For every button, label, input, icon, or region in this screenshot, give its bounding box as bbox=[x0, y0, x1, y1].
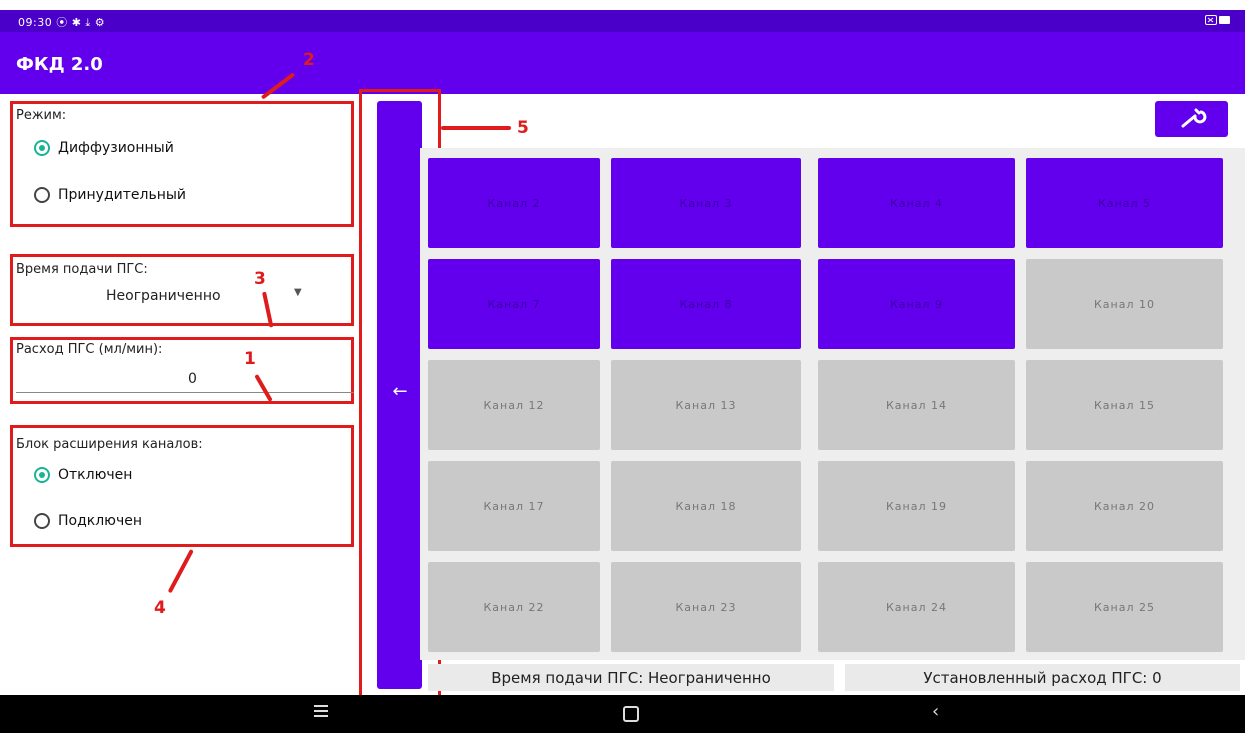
channel-tile[interactable]: Канал 19 bbox=[818, 461, 1015, 551]
flow-label: Расход ПГС (мл/мин): bbox=[16, 342, 163, 357]
channel-label: Канал 24 bbox=[885, 600, 947, 614]
channel-label: Канал 8 bbox=[679, 297, 733, 311]
channel-label: Канал 23 bbox=[675, 600, 737, 614]
channel-label: Канал 9 bbox=[889, 297, 943, 311]
wrench-icon bbox=[1181, 108, 1207, 128]
mode-option-forced[interactable]: Принудительный bbox=[34, 187, 186, 203]
footer-flow: Установленный расход ПГС: 0 bbox=[845, 664, 1240, 691]
mode-option-diffusion[interactable]: Диффузионный bbox=[34, 140, 174, 156]
channel-label: Канал 22 bbox=[483, 600, 545, 614]
arrow-left-icon: ← bbox=[392, 381, 408, 402]
channel-tile[interactable]: Канал 10 bbox=[1026, 259, 1223, 349]
channel-tile[interactable]: Канал 23 bbox=[611, 562, 801, 652]
expansion-option-off[interactable]: Отключен bbox=[34, 467, 132, 483]
supply-time-select[interactable]: Неограниченно ▼ bbox=[100, 287, 310, 309]
app-title: ФКД 2.0 bbox=[16, 54, 103, 75]
top-strip bbox=[0, 0, 1245, 10]
channel-label: Канал 3 bbox=[679, 196, 733, 210]
dropdown-arrow-icon: ▼ bbox=[294, 287, 302, 298]
channel-label: Канал 20 bbox=[1093, 499, 1155, 513]
annotation-1: 1 bbox=[244, 349, 256, 369]
menu-icon[interactable] bbox=[314, 705, 328, 719]
channel-label: Канал 7 bbox=[487, 297, 541, 311]
annotation-3: 3 bbox=[254, 269, 266, 289]
channel-label: Канал 19 bbox=[885, 499, 947, 513]
radio-checked-icon bbox=[34, 140, 50, 156]
supply-time-label: Время подачи ПГС: bbox=[16, 262, 148, 277]
channel-label: Канал 17 bbox=[483, 499, 545, 513]
radio-checked-icon bbox=[34, 467, 50, 483]
channel-tile[interactable]: Канал 24 bbox=[818, 562, 1015, 652]
channel-label: Канал 25 bbox=[1093, 600, 1155, 614]
channel-tile[interactable]: Канал 18 bbox=[611, 461, 801, 551]
status-time: 09:30 ⦿ ✱ ⤓ ⚙ bbox=[18, 16, 106, 29]
channel-tile[interactable]: Канал 13 bbox=[611, 360, 801, 450]
channel-label: Канал 2 bbox=[487, 196, 541, 210]
nav-bar: ‹ bbox=[0, 695, 1245, 733]
back-icon[interactable]: ‹ bbox=[932, 701, 939, 722]
channel-label: Канал 14 bbox=[885, 398, 947, 412]
annotation-2: 2 bbox=[303, 50, 315, 70]
mode-label: Режим: bbox=[16, 108, 67, 123]
channel-tile[interactable]: Канал 17 bbox=[428, 461, 600, 551]
annotation-line-4 bbox=[167, 549, 194, 594]
channel-tile[interactable]: Канал 15 bbox=[1026, 360, 1223, 450]
annotation-line-5 bbox=[441, 126, 511, 130]
channel-label: Канал 18 bbox=[675, 499, 737, 513]
channel-tile[interactable]: Канал 25 bbox=[1026, 562, 1223, 652]
channel-tile[interactable]: Канал 12 bbox=[428, 360, 600, 450]
battery-icon bbox=[1205, 14, 1231, 29]
channel-tile[interactable]: Канал 9 bbox=[818, 259, 1015, 349]
channel-label: Канал 15 bbox=[1093, 398, 1155, 412]
channel-label: Канал 12 bbox=[483, 398, 545, 412]
radio-unchecked-icon bbox=[34, 513, 50, 529]
channel-tile[interactable]: Канал 4 bbox=[818, 158, 1015, 248]
channel-label: Канал 5 bbox=[1097, 196, 1151, 210]
annotation-5: 5 bbox=[517, 118, 529, 138]
channel-tile[interactable]: Канал 8 bbox=[611, 259, 801, 349]
channel-tile[interactable]: Канал 22 bbox=[428, 562, 600, 652]
status-bar: 09:30 ⦿ ✱ ⤓ ⚙ bbox=[0, 10, 1245, 32]
app-bar: ФКД 2.0 bbox=[0, 32, 1245, 94]
flow-input[interactable]: 0 bbox=[16, 368, 354, 393]
channel-label: Канал 10 bbox=[1093, 297, 1155, 311]
expansion-label: Блок расширения каналов: bbox=[16, 437, 203, 452]
channel-tile[interactable]: Канал 5 bbox=[1026, 158, 1223, 248]
expansion-option-on[interactable]: Подключен bbox=[34, 513, 142, 529]
channel-label: Канал 4 bbox=[889, 196, 943, 210]
footer-supply-time: Время подачи ПГС: Неограниченно bbox=[428, 664, 834, 691]
channel-tile[interactable]: Канал 14 bbox=[818, 360, 1015, 450]
channel-tile[interactable]: Канал 3 bbox=[611, 158, 801, 248]
home-icon[interactable] bbox=[623, 706, 639, 722]
channel-tile[interactable]: Канал 20 bbox=[1026, 461, 1223, 551]
radio-unchecked-icon bbox=[34, 187, 50, 203]
channel-tile[interactable]: Канал 7 bbox=[428, 259, 600, 349]
annotation-4: 4 bbox=[154, 598, 166, 618]
channel-label: Канал 13 bbox=[675, 398, 737, 412]
channel-tile[interactable]: Канал 2 bbox=[428, 158, 600, 248]
settings-button[interactable] bbox=[1155, 101, 1228, 137]
